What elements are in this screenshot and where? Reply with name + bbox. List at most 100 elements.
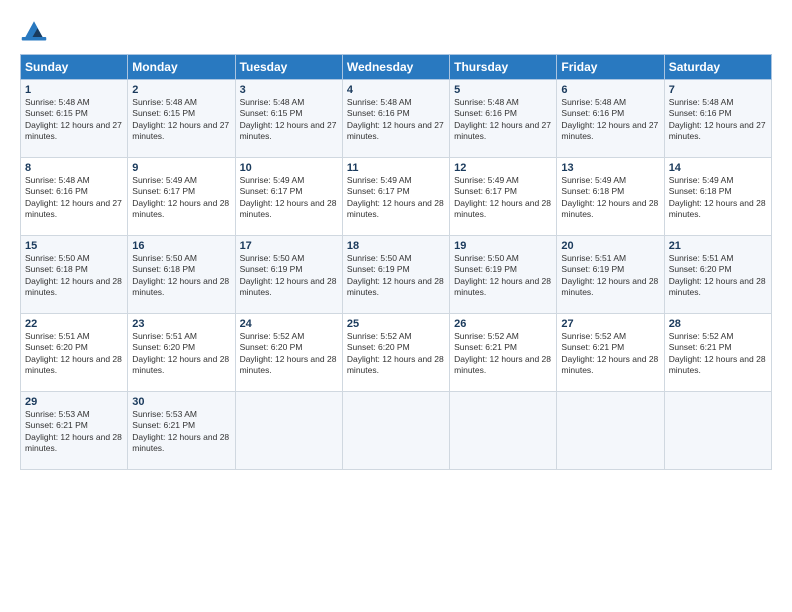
calendar-cell: 19Sunrise: 5:50 AMSunset: 6:19 PMDayligh… bbox=[450, 236, 557, 314]
day-number: 8 bbox=[25, 162, 123, 174]
calendar-cell bbox=[664, 392, 771, 470]
day-number: 15 bbox=[25, 240, 123, 252]
calendar-cell: 8Sunrise: 5:48 AMSunset: 6:16 PMDaylight… bbox=[21, 158, 128, 236]
day-number: 7 bbox=[669, 84, 767, 96]
day-number: 18 bbox=[347, 240, 445, 252]
calendar-cell: 23Sunrise: 5:51 AMSunset: 6:20 PMDayligh… bbox=[128, 314, 235, 392]
day-number: 29 bbox=[25, 396, 123, 408]
day-number: 22 bbox=[25, 318, 123, 330]
calendar-cell: 10Sunrise: 5:49 AMSunset: 6:17 PMDayligh… bbox=[235, 158, 342, 236]
header bbox=[20, 16, 772, 44]
day-number: 23 bbox=[132, 318, 230, 330]
calendar-body: 1Sunrise: 5:48 AMSunset: 6:15 PMDaylight… bbox=[21, 80, 772, 470]
calendar-cell: 28Sunrise: 5:52 AMSunset: 6:21 PMDayligh… bbox=[664, 314, 771, 392]
day-number: 26 bbox=[454, 318, 552, 330]
day-info: Sunrise: 5:53 AMSunset: 6:21 PMDaylight:… bbox=[25, 409, 123, 455]
calendar-cell: 30Sunrise: 5:53 AMSunset: 6:21 PMDayligh… bbox=[128, 392, 235, 470]
day-info: Sunrise: 5:48 AMSunset: 6:15 PMDaylight:… bbox=[132, 97, 230, 143]
calendar-cell: 6Sunrise: 5:48 AMSunset: 6:16 PMDaylight… bbox=[557, 80, 664, 158]
day-info: Sunrise: 5:48 AMSunset: 6:16 PMDaylight:… bbox=[25, 175, 123, 221]
day-info: Sunrise: 5:49 AMSunset: 6:18 PMDaylight:… bbox=[561, 175, 659, 221]
day-info: Sunrise: 5:53 AMSunset: 6:21 PMDaylight:… bbox=[132, 409, 230, 455]
calendar-week-2: 8Sunrise: 5:48 AMSunset: 6:16 PMDaylight… bbox=[21, 158, 772, 236]
day-number: 19 bbox=[454, 240, 552, 252]
day-info: Sunrise: 5:49 AMSunset: 6:17 PMDaylight:… bbox=[132, 175, 230, 221]
day-info: Sunrise: 5:52 AMSunset: 6:20 PMDaylight:… bbox=[240, 331, 338, 377]
calendar-week-1: 1Sunrise: 5:48 AMSunset: 6:15 PMDaylight… bbox=[21, 80, 772, 158]
day-number: 11 bbox=[347, 162, 445, 174]
day-info: Sunrise: 5:48 AMSunset: 6:15 PMDaylight:… bbox=[25, 97, 123, 143]
day-info: Sunrise: 5:51 AMSunset: 6:19 PMDaylight:… bbox=[561, 253, 659, 299]
calendar-week-5: 29Sunrise: 5:53 AMSunset: 6:21 PMDayligh… bbox=[21, 392, 772, 470]
weekday-header-tuesday: Tuesday bbox=[235, 55, 342, 80]
day-info: Sunrise: 5:52 AMSunset: 6:21 PMDaylight:… bbox=[669, 331, 767, 377]
day-number: 9 bbox=[132, 162, 230, 174]
day-number: 2 bbox=[132, 84, 230, 96]
calendar-cell: 9Sunrise: 5:49 AMSunset: 6:17 PMDaylight… bbox=[128, 158, 235, 236]
calendar-cell: 2Sunrise: 5:48 AMSunset: 6:15 PMDaylight… bbox=[128, 80, 235, 158]
weekday-header-friday: Friday bbox=[557, 55, 664, 80]
day-info: Sunrise: 5:48 AMSunset: 6:15 PMDaylight:… bbox=[240, 97, 338, 143]
day-number: 28 bbox=[669, 318, 767, 330]
calendar-cell: 22Sunrise: 5:51 AMSunset: 6:20 PMDayligh… bbox=[21, 314, 128, 392]
calendar-cell: 20Sunrise: 5:51 AMSunset: 6:19 PMDayligh… bbox=[557, 236, 664, 314]
day-info: Sunrise: 5:51 AMSunset: 6:20 PMDaylight:… bbox=[669, 253, 767, 299]
day-info: Sunrise: 5:49 AMSunset: 6:17 PMDaylight:… bbox=[454, 175, 552, 221]
calendar-table: SundayMondayTuesdayWednesdayThursdayFrid… bbox=[20, 54, 772, 470]
day-info: Sunrise: 5:51 AMSunset: 6:20 PMDaylight:… bbox=[25, 331, 123, 377]
day-number: 20 bbox=[561, 240, 659, 252]
calendar-cell: 11Sunrise: 5:49 AMSunset: 6:17 PMDayligh… bbox=[342, 158, 449, 236]
calendar-cell: 7Sunrise: 5:48 AMSunset: 6:16 PMDaylight… bbox=[664, 80, 771, 158]
calendar-cell: 4Sunrise: 5:48 AMSunset: 6:16 PMDaylight… bbox=[342, 80, 449, 158]
day-info: Sunrise: 5:49 AMSunset: 6:17 PMDaylight:… bbox=[240, 175, 338, 221]
calendar-week-3: 15Sunrise: 5:50 AMSunset: 6:18 PMDayligh… bbox=[21, 236, 772, 314]
day-info: Sunrise: 5:51 AMSunset: 6:20 PMDaylight:… bbox=[132, 331, 230, 377]
day-info: Sunrise: 5:48 AMSunset: 6:16 PMDaylight:… bbox=[347, 97, 445, 143]
day-info: Sunrise: 5:49 AMSunset: 6:18 PMDaylight:… bbox=[669, 175, 767, 221]
day-info: Sunrise: 5:50 AMSunset: 6:19 PMDaylight:… bbox=[454, 253, 552, 299]
day-info: Sunrise: 5:50 AMSunset: 6:19 PMDaylight:… bbox=[240, 253, 338, 299]
logo bbox=[20, 16, 50, 44]
calendar-cell: 17Sunrise: 5:50 AMSunset: 6:19 PMDayligh… bbox=[235, 236, 342, 314]
weekday-header-row: SundayMondayTuesdayWednesdayThursdayFrid… bbox=[21, 55, 772, 80]
day-number: 3 bbox=[240, 84, 338, 96]
day-info: Sunrise: 5:52 AMSunset: 6:21 PMDaylight:… bbox=[561, 331, 659, 377]
calendar-cell: 25Sunrise: 5:52 AMSunset: 6:20 PMDayligh… bbox=[342, 314, 449, 392]
day-number: 1 bbox=[25, 84, 123, 96]
calendar-cell bbox=[557, 392, 664, 470]
day-number: 17 bbox=[240, 240, 338, 252]
calendar-cell: 1Sunrise: 5:48 AMSunset: 6:15 PMDaylight… bbox=[21, 80, 128, 158]
day-number: 10 bbox=[240, 162, 338, 174]
calendar-cell: 29Sunrise: 5:53 AMSunset: 6:21 PMDayligh… bbox=[21, 392, 128, 470]
day-number: 24 bbox=[240, 318, 338, 330]
calendar-cell bbox=[342, 392, 449, 470]
logo-icon bbox=[20, 16, 48, 44]
day-number: 21 bbox=[669, 240, 767, 252]
day-number: 4 bbox=[347, 84, 445, 96]
calendar-cell: 27Sunrise: 5:52 AMSunset: 6:21 PMDayligh… bbox=[557, 314, 664, 392]
calendar-cell bbox=[450, 392, 557, 470]
day-number: 5 bbox=[454, 84, 552, 96]
calendar-cell: 26Sunrise: 5:52 AMSunset: 6:21 PMDayligh… bbox=[450, 314, 557, 392]
day-info: Sunrise: 5:48 AMSunset: 6:16 PMDaylight:… bbox=[561, 97, 659, 143]
calendar-cell: 14Sunrise: 5:49 AMSunset: 6:18 PMDayligh… bbox=[664, 158, 771, 236]
day-info: Sunrise: 5:48 AMSunset: 6:16 PMDaylight:… bbox=[454, 97, 552, 143]
day-number: 30 bbox=[132, 396, 230, 408]
calendar-cell: 15Sunrise: 5:50 AMSunset: 6:18 PMDayligh… bbox=[21, 236, 128, 314]
day-number: 25 bbox=[347, 318, 445, 330]
calendar-cell: 12Sunrise: 5:49 AMSunset: 6:17 PMDayligh… bbox=[450, 158, 557, 236]
day-number: 12 bbox=[454, 162, 552, 174]
calendar-cell: 13Sunrise: 5:49 AMSunset: 6:18 PMDayligh… bbox=[557, 158, 664, 236]
day-number: 14 bbox=[669, 162, 767, 174]
day-number: 16 bbox=[132, 240, 230, 252]
weekday-header-saturday: Saturday bbox=[664, 55, 771, 80]
calendar-cell: 16Sunrise: 5:50 AMSunset: 6:18 PMDayligh… bbox=[128, 236, 235, 314]
day-number: 6 bbox=[561, 84, 659, 96]
calendar-cell: 24Sunrise: 5:52 AMSunset: 6:20 PMDayligh… bbox=[235, 314, 342, 392]
day-info: Sunrise: 5:52 AMSunset: 6:21 PMDaylight:… bbox=[454, 331, 552, 377]
weekday-header-wednesday: Wednesday bbox=[342, 55, 449, 80]
weekday-header-thursday: Thursday bbox=[450, 55, 557, 80]
page: SundayMondayTuesdayWednesdayThursdayFrid… bbox=[0, 0, 792, 612]
day-info: Sunrise: 5:50 AMSunset: 6:19 PMDaylight:… bbox=[347, 253, 445, 299]
weekday-header-monday: Monday bbox=[128, 55, 235, 80]
